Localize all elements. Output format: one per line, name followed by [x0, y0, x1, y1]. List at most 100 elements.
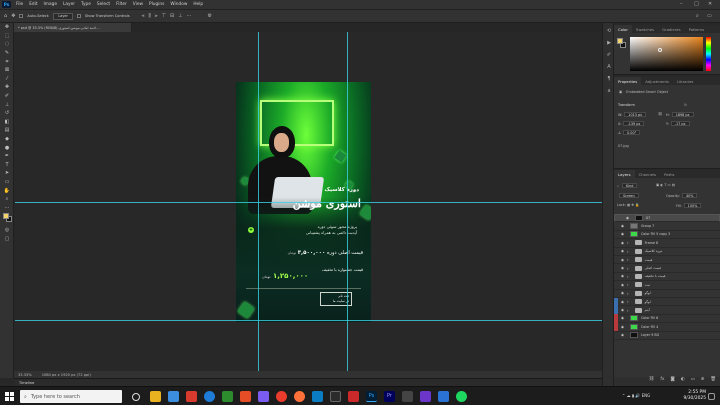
layer-row[interactable]: ◉ › لوگو: [614, 290, 720, 298]
layer-name[interactable]: Color Fill 6: [641, 316, 720, 320]
clone-stamp-icon[interactable]: ⊥: [2, 100, 12, 109]
visibility-eye-icon[interactable]: ◉: [623, 216, 632, 220]
minimize-icon[interactable]: –: [680, 1, 683, 7]
menu-layer[interactable]: Layer: [63, 2, 75, 7]
menu-view[interactable]: View: [133, 2, 143, 7]
layer-name[interactable]: Group 7: [641, 224, 720, 228]
filter-shape-icon[interactable]: ▭: [668, 183, 671, 187]
visibility-eye-icon[interactable]: ◉: [618, 274, 627, 278]
tab-paths[interactable]: Paths: [660, 170, 678, 178]
fill-field[interactable]: 100%: [683, 203, 702, 208]
visibility-eye-icon[interactable]: ◉: [618, 266, 627, 270]
horizontal-guide[interactable]: [15, 320, 602, 321]
brush-settings-icon[interactable]: ✐: [605, 51, 613, 59]
filter-type-icon[interactable]: T: [664, 183, 666, 187]
tab-gradients[interactable]: Gradients: [658, 25, 685, 33]
layer-row[interactable]: ◉ Color Fill 4: [614, 322, 720, 332]
opacity-field[interactable]: 40%: [681, 193, 698, 198]
layer-row[interactable]: ◉ Layer 9 BG: [614, 332, 720, 340]
expand-chevron-icon[interactable]: ›: [627, 257, 629, 262]
eyedropper-tool-icon[interactable]: ⁄: [2, 75, 12, 84]
tab-color[interactable]: Color: [614, 25, 632, 33]
marquee-tool-icon[interactable]: ⬚: [2, 32, 12, 41]
filter-pixel-icon[interactable]: ▣: [656, 183, 659, 187]
hand-tool-icon[interactable]: ✋: [2, 186, 12, 195]
visibility-eye-icon[interactable]: ◉: [618, 300, 627, 304]
more-options-icon[interactable]: ⋯: [187, 13, 192, 19]
history-brush-icon[interactable]: ↺: [2, 109, 12, 118]
new-layer-icon[interactable]: ⊕: [701, 377, 705, 386]
layer-row[interactable]: ◉ Color Fill 6: [614, 314, 720, 324]
premiere-taskbar-icon[interactable]: Pr: [384, 391, 395, 402]
transform-controls-checkbox[interactable]: [76, 14, 81, 18]
rectangle-tool-icon[interactable]: ▭: [2, 178, 12, 187]
align-middle-icon[interactable]: ⊟: [170, 13, 174, 19]
link-layers-icon[interactable]: ⛓: [649, 377, 655, 386]
layer-name[interactable]: Color Fill 4: [641, 325, 720, 329]
menu-type[interactable]: Type: [81, 2, 91, 7]
lasso-tool-icon[interactable]: ◌: [2, 40, 12, 49]
tab-channels[interactable]: Channels: [635, 170, 661, 178]
visibility-eye-icon[interactable]: ◉: [618, 291, 627, 295]
blend-mode-dropdown[interactable]: Screen: [619, 193, 639, 198]
layer-style-icon[interactable]: fx: [660, 377, 664, 386]
blur-tool-icon[interactable]: ◆: [2, 135, 12, 144]
timeline-panel[interactable]: Timeline: [14, 378, 602, 386]
menu-window[interactable]: Window: [170, 2, 187, 7]
layer-name[interactable]: Frame 8: [645, 241, 720, 245]
layer-row[interactable]: ◉ › قیمت با تخفیف: [614, 273, 720, 282]
app-icon[interactable]: [222, 391, 233, 402]
add-mask-icon[interactable]: ◙: [670, 377, 674, 386]
reset-transform-icon[interactable]: ↻: [684, 103, 687, 107]
tab-layers[interactable]: Layers: [614, 170, 635, 178]
layer-name[interactable]: آیتم: [645, 308, 720, 312]
delete-layer-icon[interactable]: 🗑: [710, 377, 716, 386]
align-top-icon[interactable]: ⊤: [162, 13, 166, 19]
home-icon[interactable]: ⌂: [4, 13, 7, 19]
glyphs-icon[interactable]: a: [605, 87, 613, 95]
tab-patterns[interactable]: Patterns: [685, 25, 709, 33]
layer-row[interactable]: ◉ › قیمت: [614, 256, 720, 265]
tab-swatches[interactable]: Swatches: [632, 25, 658, 33]
auto-select-dropdown[interactable]: Layer: [53, 12, 73, 20]
layer-name[interactable]: Color Fill 5 copy 3: [641, 232, 720, 236]
link-icon[interactable]: ⛓: [658, 112, 662, 116]
zoom-level[interactable]: 33.33%: [18, 373, 32, 377]
menu-file[interactable]: File: [16, 2, 23, 7]
color-swatches[interactable]: [0, 212, 13, 226]
layer-name[interactable]: 07: [646, 216, 715, 220]
task-view-icon[interactable]: [132, 393, 140, 401]
windows-start-icon[interactable]: [5, 392, 14, 401]
zoom-tool-icon[interactable]: ⌕: [2, 195, 12, 204]
menu-plugins[interactable]: Plugins: [149, 2, 164, 7]
layer-row[interactable]: ◉ › قیمت اصلی: [614, 264, 720, 273]
layer-row[interactable]: ◉ › آیتم: [614, 305, 720, 315]
foreground-color-swatch[interactable]: [3, 213, 9, 220]
app-icon[interactable]: [402, 391, 413, 402]
foreground-color-swatch[interactable]: [617, 38, 623, 44]
expand-chevron-icon[interactable]: ›: [627, 249, 629, 254]
screen-mode-icon[interactable]: ▢: [2, 235, 12, 244]
app-icon[interactable]: [312, 391, 323, 402]
lock-all-icon[interactable]: 🔒: [635, 203, 639, 207]
character-icon[interactable]: A: [605, 63, 613, 71]
firefox-icon[interactable]: [294, 391, 305, 402]
history-icon[interactable]: ⟲: [605, 27, 613, 35]
layer-row[interactable]: ◉ Group 7: [614, 222, 720, 231]
move-tool-icon[interactable]: ✥: [2, 23, 12, 32]
maximize-icon[interactable]: □: [694, 1, 699, 7]
color-picker-field[interactable]: [630, 37, 703, 71]
spotify-icon[interactable]: [456, 391, 467, 402]
move-tool-icon[interactable]: ✥: [11, 13, 15, 19]
visibility-eye-icon[interactable]: ◉: [618, 283, 627, 287]
visibility-eye-icon[interactable]: ◉: [618, 241, 627, 245]
photoshop-taskbar-icon[interactable]: Ps: [366, 391, 377, 402]
expand-chevron-icon[interactable]: ›: [627, 274, 629, 279]
expand-chevron-icon[interactable]: ›: [627, 299, 629, 304]
filter-adjustment-icon[interactable]: ◐: [660, 183, 663, 187]
layer-row[interactable]: ◉ › دوره کلاسیک: [614, 248, 720, 256]
menu-select[interactable]: Select: [97, 2, 110, 7]
layer-name[interactable]: قیمت با تخفیف: [645, 274, 720, 278]
workspace-icon[interactable]: ▭: [707, 13, 712, 19]
canvas-area[interactable]: دوره کلاسیک استوری موشن + پروژه محور سوئ…: [15, 32, 602, 371]
